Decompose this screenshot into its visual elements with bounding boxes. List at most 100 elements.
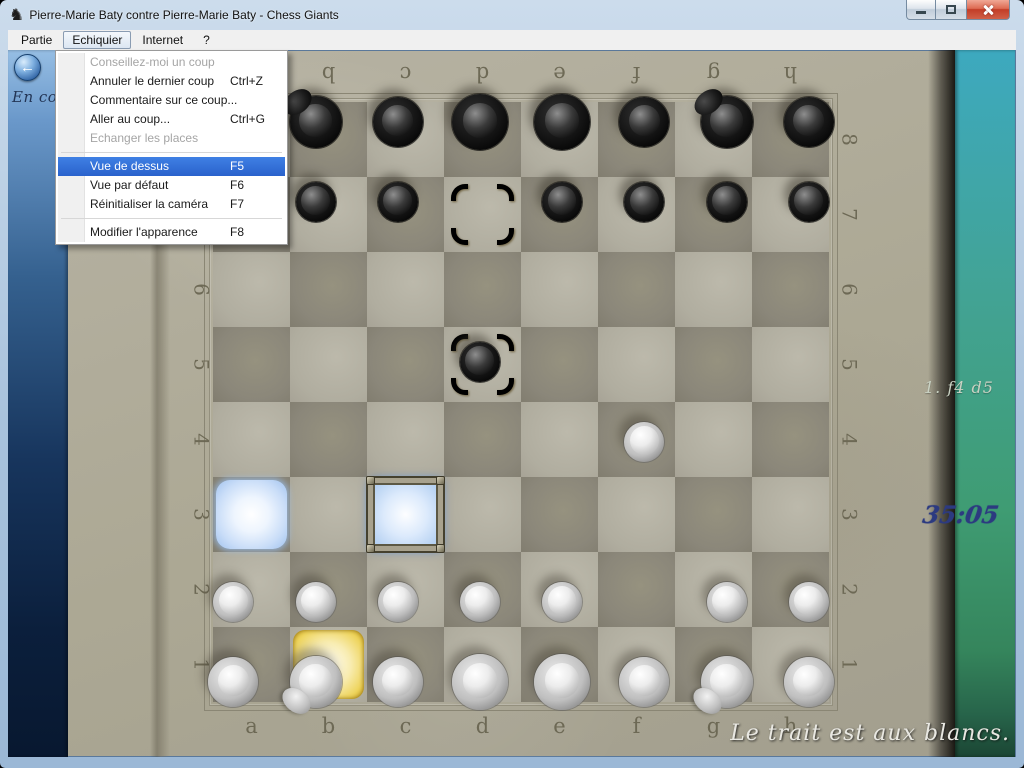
minimize-icon bbox=[916, 11, 926, 14]
menu-item-label: Vue par défaut bbox=[90, 178, 168, 192]
square-b3[interactable] bbox=[290, 477, 367, 552]
menu-item-shortcut: F5 bbox=[230, 157, 244, 176]
square-f2[interactable] bbox=[598, 552, 675, 627]
square-e1[interactable] bbox=[521, 627, 598, 702]
rank-label-right-2: 2 bbox=[813, 577, 888, 603]
menu-item-shortcut: F8 bbox=[230, 223, 244, 242]
turn-status: Le trait est aux blancs. bbox=[730, 721, 1010, 746]
rank-label-right-3: 3 bbox=[813, 502, 888, 528]
file-label-top-d: d bbox=[444, 62, 521, 86]
square-e2[interactable] bbox=[521, 552, 598, 627]
square-b7[interactable] bbox=[290, 177, 367, 252]
square-e8[interactable] bbox=[521, 102, 598, 177]
square-d1[interactable] bbox=[444, 627, 521, 702]
notation-panel bbox=[955, 50, 1015, 757]
square-b5[interactable] bbox=[290, 327, 367, 402]
menu-item-echanger-les-places[interactable]: Echanger les places bbox=[58, 129, 285, 148]
menu-item-modifier-l-apparence[interactable]: Modifier l'apparenceF8 bbox=[58, 223, 285, 242]
menu-item-shortcut: F6 bbox=[230, 176, 244, 195]
menu-item-shortcut: Ctrl+Z bbox=[230, 72, 263, 91]
file-label-bottom-c: c bbox=[367, 714, 444, 738]
menubar-item-partie[interactable]: Partie bbox=[12, 31, 61, 49]
square-g2[interactable] bbox=[675, 552, 752, 627]
close-button[interactable] bbox=[966, 0, 1010, 20]
menu-bar: PartieEchiquierInternet? bbox=[8, 30, 1016, 50]
menu-item-commentaire-sur-ce-coup[interactable]: Commentaire sur ce coup... bbox=[58, 91, 285, 110]
square-e6[interactable] bbox=[521, 252, 598, 327]
minimize-button[interactable] bbox=[906, 0, 936, 20]
menubar-item-[interactable]: ? bbox=[194, 31, 219, 49]
menu-item-aller-au-coup[interactable]: Aller au coup...Ctrl+G bbox=[58, 110, 285, 129]
square-b4[interactable] bbox=[290, 402, 367, 477]
square-f6[interactable] bbox=[598, 252, 675, 327]
rank-label-right-1: 1 bbox=[813, 652, 888, 678]
square-g4[interactable] bbox=[675, 402, 752, 477]
menubar-item-internet[interactable]: Internet bbox=[133, 31, 192, 49]
menu-item-label: Echanger les places bbox=[90, 131, 198, 145]
app-icon: ♞ bbox=[9, 5, 23, 25]
square-g1[interactable] bbox=[675, 627, 752, 702]
rank-label-right-6: 6 bbox=[813, 277, 888, 303]
square-b2[interactable] bbox=[290, 552, 367, 627]
square-d8[interactable] bbox=[444, 102, 521, 177]
square-c2[interactable] bbox=[367, 552, 444, 627]
square-d7[interactable] bbox=[444, 177, 521, 252]
square-e7[interactable] bbox=[521, 177, 598, 252]
square-f7[interactable] bbox=[598, 177, 675, 252]
square-f8[interactable] bbox=[598, 102, 675, 177]
maximize-icon bbox=[946, 5, 956, 14]
maximize-button[interactable] bbox=[936, 0, 966, 20]
file-label-top-b: b bbox=[290, 62, 367, 86]
clock-display: 35:05 bbox=[921, 500, 1001, 529]
square-g3[interactable] bbox=[675, 477, 752, 552]
menu-item-label: Réinitialiser la caméra bbox=[90, 197, 208, 211]
square-d2[interactable] bbox=[444, 552, 521, 627]
rank-label-right-8: 8 bbox=[813, 127, 888, 153]
square-e5[interactable] bbox=[521, 327, 598, 402]
square-f3[interactable] bbox=[598, 477, 675, 552]
echiquier-menu: Conseillez-moi un coup Annuler le dernier… bbox=[55, 50, 288, 245]
menu-item-conseillez-moi-un-coup[interactable]: Conseillez-moi un coup bbox=[58, 53, 285, 72]
square-g8[interactable] bbox=[675, 102, 752, 177]
chess-board[interactable] bbox=[213, 102, 829, 702]
caption-buttons bbox=[906, 0, 1010, 20]
rank-label-right-7: 7 bbox=[813, 202, 888, 228]
menu-item-annuler-le-dernier-coup[interactable]: Annuler le dernier coupCtrl+Z bbox=[58, 72, 285, 91]
back-arrow-icon: ← bbox=[20, 59, 35, 76]
square-d3[interactable] bbox=[444, 477, 521, 552]
square-g7[interactable] bbox=[675, 177, 752, 252]
menu-item-label: Conseillez-moi un coup bbox=[90, 55, 215, 69]
menubar-item-echiquier[interactable]: Echiquier bbox=[63, 31, 131, 49]
rank-label-left-3: 3 bbox=[165, 502, 240, 528]
square-b1[interactable] bbox=[290, 627, 367, 702]
square-c5[interactable] bbox=[367, 327, 444, 402]
menu-item-shortcut: F7 bbox=[230, 195, 244, 214]
square-c1[interactable] bbox=[367, 627, 444, 702]
square-f5[interactable] bbox=[598, 327, 675, 402]
menu-item-vue-par-defaut[interactable]: Vue par défaut F6 bbox=[58, 176, 285, 195]
square-e3[interactable] bbox=[521, 477, 598, 552]
file-label-top-e: e bbox=[521, 62, 598, 86]
square-c6[interactable] bbox=[367, 252, 444, 327]
square-d5[interactable] bbox=[444, 327, 521, 402]
square-c7[interactable] bbox=[367, 177, 444, 252]
square-d6[interactable] bbox=[444, 252, 521, 327]
square-f4[interactable] bbox=[598, 402, 675, 477]
square-d4[interactable] bbox=[444, 402, 521, 477]
file-label-top-f: f bbox=[598, 62, 675, 86]
square-b8[interactable] bbox=[290, 102, 367, 177]
close-icon bbox=[982, 4, 994, 16]
title-bar[interactable]: ♞ Pierre-Marie Baty contre Pierre-Marie … bbox=[0, 0, 1024, 30]
square-c4[interactable] bbox=[367, 402, 444, 477]
square-c3[interactable] bbox=[367, 477, 444, 552]
square-c8[interactable] bbox=[367, 102, 444, 177]
square-g5[interactable] bbox=[675, 327, 752, 402]
menu-item-vue-de-dessus[interactable]: Vue de dessusF5 bbox=[58, 157, 285, 176]
back-button[interactable]: ← bbox=[14, 54, 41, 81]
menu-item-reinitialiser-la-camera[interactable]: Réinitialiser la caméra F7 bbox=[58, 195, 285, 214]
square-e4[interactable] bbox=[521, 402, 598, 477]
move-list: 1. f4 d5 bbox=[924, 378, 1016, 397]
square-b6[interactable] bbox=[290, 252, 367, 327]
square-g6[interactable] bbox=[675, 252, 752, 327]
square-f1[interactable] bbox=[598, 627, 675, 702]
